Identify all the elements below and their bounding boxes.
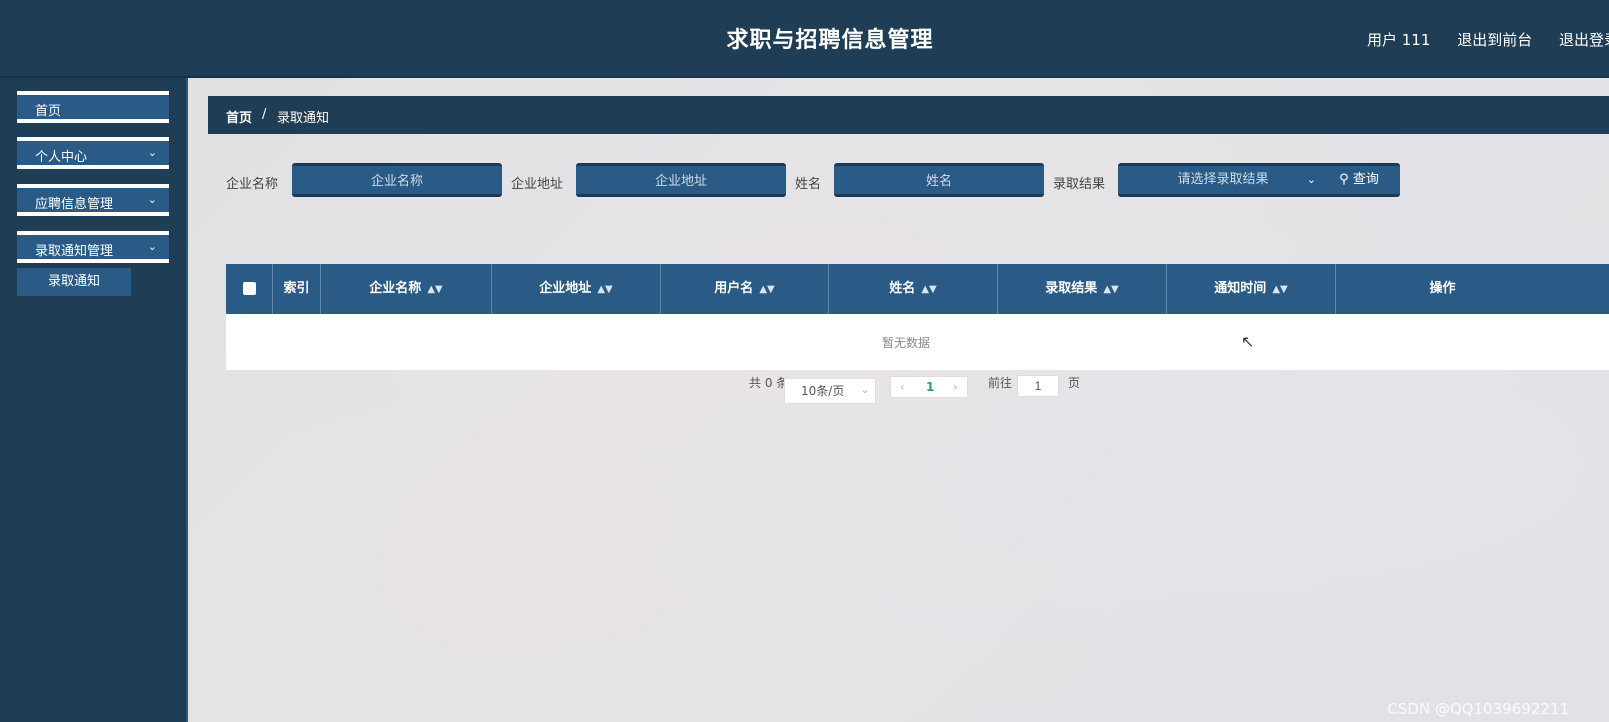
column-header-notice-time[interactable]: 通知时间 ▲▼ bbox=[1167, 264, 1336, 314]
sidebar-item-label: 首页 bbox=[35, 104, 62, 119]
column-header-label: 企业名称 bbox=[369, 281, 422, 296]
column-header-label: 姓名 bbox=[889, 281, 916, 296]
search-icon: ⚲ bbox=[1339, 172, 1349, 187]
chevron-down-icon: ⌄ bbox=[860, 385, 869, 396]
page-navigator: ‹ 1 › bbox=[890, 376, 968, 398]
page-size-value: 10条/页 bbox=[801, 384, 845, 398]
sidebar-item-admission-management[interactable]: 录取通知管理 ⌄ bbox=[17, 231, 169, 263]
column-header-label: 通知时间 bbox=[1214, 281, 1267, 296]
table-body: 暂无数据 ↖ bbox=[226, 314, 1609, 370]
breadcrumb-separator: / bbox=[262, 107, 267, 122]
sort-icon[interactable]: ▲▼ bbox=[597, 284, 612, 295]
column-header-admission-result[interactable]: 录取结果 ▲▼ bbox=[998, 264, 1167, 314]
chevron-down-icon: ⌄ bbox=[147, 146, 157, 159]
company-name-input[interactable] bbox=[292, 163, 502, 197]
user-link[interactable]: 用户 111 bbox=[1367, 31, 1430, 49]
chevron-down-icon: ⌄ bbox=[147, 193, 157, 206]
admission-result-placeholder: 请选择录取结果 bbox=[1177, 172, 1269, 187]
next-page-icon[interactable]: › bbox=[953, 377, 958, 397]
chevron-down-icon: ⌄ bbox=[147, 240, 157, 253]
column-header-label: 企业地址 bbox=[539, 281, 592, 296]
watermark: CSDN @QQ1039692211 bbox=[1387, 700, 1569, 718]
company-address-input[interactable] bbox=[576, 163, 786, 197]
column-header-label: 操作 bbox=[1429, 281, 1456, 296]
sort-icon[interactable]: ▲▼ bbox=[759, 284, 774, 295]
column-header-label: 用户名 bbox=[714, 281, 754, 296]
main-content: 首页 / 录取通知 企业名称 企业地址 姓名 录取结果 请选择录取结果 ⌄ ⚲ … bbox=[188, 78, 1609, 722]
breadcrumb-current: 录取通知 bbox=[277, 111, 330, 126]
breadcrumb: 首页 / 录取通知 bbox=[208, 96, 1609, 134]
breadcrumb-home[interactable]: 首页 bbox=[226, 107, 252, 126]
column-header-label: 索引 bbox=[283, 281, 310, 296]
column-header-index: 索引 bbox=[273, 264, 321, 314]
sidebar-item-label: 个人中心 bbox=[35, 150, 88, 165]
column-header-name[interactable]: 姓名 ▲▼ bbox=[829, 264, 998, 314]
admission-result-label: 录取结果 bbox=[1053, 177, 1106, 192]
current-page[interactable]: 1 bbox=[926, 377, 934, 397]
empty-state: 暂无数据 bbox=[881, 336, 930, 350]
top-bar: 求职与招聘信息管理 用户 111 退出到前台 退出登录 bbox=[0, 0, 1609, 78]
cursor-icon: ↖ bbox=[1241, 332, 1255, 351]
sidebar: 首页 个人中心 ⌄ 应聘信息管理 ⌄ 录取通知管理 ⌄ 录取通知 bbox=[0, 78, 188, 722]
sidebar-subitem-admission-notice[interactable]: 录取通知 bbox=[17, 268, 131, 296]
query-button-label: 查询 bbox=[1352, 172, 1379, 187]
exit-frontend-link[interactable]: 退出到前台 bbox=[1457, 31, 1532, 49]
goto-page-input[interactable] bbox=[1017, 375, 1059, 397]
company-address-label: 企业地址 bbox=[511, 177, 564, 192]
sidebar-item-label: 录取通知管理 bbox=[35, 244, 114, 259]
sidebar-item-home[interactable]: 首页 bbox=[17, 91, 169, 123]
select-all-checkbox[interactable] bbox=[242, 282, 256, 295]
sidebar-item-application-management[interactable]: 应聘信息管理 ⌄ bbox=[17, 184, 169, 216]
column-header-actions: 操作 bbox=[1336, 264, 1609, 314]
sidebar-item-personal-center[interactable]: 个人中心 ⌄ bbox=[17, 137, 169, 169]
sort-icon[interactable]: ▲▼ bbox=[427, 284, 442, 295]
sort-icon[interactable]: ▲▼ bbox=[1272, 284, 1287, 295]
select-all-header bbox=[226, 264, 273, 314]
column-header-company-address[interactable]: 企业地址 ▲▼ bbox=[492, 264, 661, 314]
company-name-label: 企业名称 bbox=[226, 177, 279, 192]
page-size-select[interactable]: 10条/页 ⌄ bbox=[784, 378, 876, 404]
table-header: 索引 企业名称 ▲▼ 企业地址 ▲▼ 用户名 ▲▼ 姓名 ▲▼ 录取结果 ▲▼ 通知时间 ▲… bbox=[226, 264, 1609, 314]
prev-page-icon[interactable]: ‹ bbox=[900, 377, 905, 397]
sidebar-item-label: 应聘信息管理 bbox=[35, 197, 114, 212]
sort-icon[interactable]: ▲▼ bbox=[921, 284, 936, 295]
name-input[interactable] bbox=[834, 163, 1044, 197]
column-header-username[interactable]: 用户名 ▲▼ bbox=[661, 264, 829, 314]
name-label: 姓名 bbox=[795, 177, 822, 192]
goto-label: 前往 bbox=[988, 376, 1013, 390]
column-header-label: 录取结果 bbox=[1045, 281, 1098, 296]
chevron-down-icon: ⌄ bbox=[1306, 173, 1316, 186]
sort-icon[interactable]: ▲▼ bbox=[1103, 284, 1118, 295]
column-header-company-name[interactable]: 企业名称 ▲▼ bbox=[321, 264, 492, 314]
page-suffix: 页 bbox=[1068, 376, 1081, 390]
top-links: 用户 111 退出到前台 退出登录 bbox=[1345, 29, 1609, 50]
query-button[interactable]: ⚲ 查询 bbox=[1318, 163, 1400, 197]
logout-link[interactable]: 退出登录 bbox=[1559, 31, 1609, 49]
pagination-total: 共 0 条 bbox=[749, 376, 789, 390]
admission-result-select[interactable]: 请选择录取结果 ⌄ bbox=[1118, 163, 1328, 197]
data-table: 索引 企业名称 ▲▼ 企业地址 ▲▼ 用户名 ▲▼ 姓名 ▲▼ 录取结果 ▲▼ 通知时间 ▲… bbox=[226, 264, 1609, 370]
